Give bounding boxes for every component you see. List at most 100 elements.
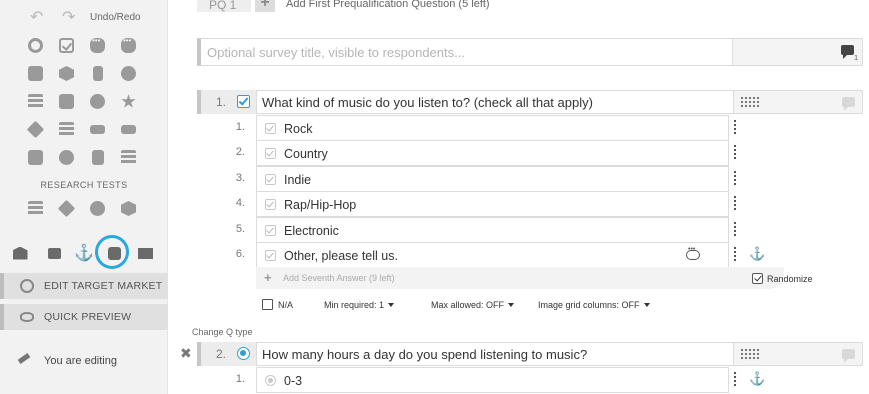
add-prequal-button[interactable]: + <box>255 0 275 12</box>
chevron-down-icon <box>643 303 650 310</box>
answer-number: 1. <box>235 373 245 385</box>
answer-label: Rock <box>284 122 313 136</box>
price-tag-icon[interactable] <box>51 198 82 219</box>
answer-row: 1. 0-3 ⚓ <box>197 367 765 393</box>
answer-field[interactable]: Rap/Hip-Hop <box>256 191 729 217</box>
star-icon[interactable] <box>113 91 144 112</box>
image-choice-icon[interactable] <box>20 63 51 84</box>
checkbox-icon <box>265 174 276 185</box>
image-select-icon[interactable] <box>20 147 51 168</box>
drag-handle[interactable] <box>733 221 737 238</box>
drag-grid-icon[interactable] <box>740 348 760 361</box>
question-number: 2. <box>216 347 227 361</box>
add-answer-button[interactable]: + Add Seventh Answer (9 left) <box>256 267 784 289</box>
add-answer-label: Add Seventh Answer (9 left) <box>283 273 395 283</box>
answer-row: 1. Rock <box>197 115 757 141</box>
redo-icon[interactable]: ↷ <box>62 10 75 26</box>
drag-handle[interactable] <box>733 246 737 263</box>
answer-row: 6. Other, please tell us. ⚓ <box>197 242 765 268</box>
anchor-icon[interactable]: ⚓ <box>74 243 94 263</box>
survey-title-field[interactable]: Optional survey title, visible to respon… <box>197 38 863 66</box>
question-header: 1. What kind of music do you listen to? … <box>197 90 863 114</box>
drag-handle[interactable] <box>733 371 737 388</box>
answer-field[interactable]: 0-3 <box>256 367 729 393</box>
pencil-icon <box>17 353 31 364</box>
chat-bubble-icon[interactable] <box>113 35 144 56</box>
question-type-palette <box>20 35 144 168</box>
globe-icon[interactable] <box>51 147 82 168</box>
survey-title-comment-box: 1 <box>732 39 862 65</box>
edit-target-market-button[interactable]: EDIT TARGET MARKET <box>0 273 168 299</box>
radio-type-icon[interactable] <box>237 347 250 360</box>
drag-handle[interactable] <box>733 119 737 136</box>
clipboard-icon[interactable] <box>82 147 113 168</box>
add-prequal-label[interactable]: Add First Prequalification Question (5 l… <box>286 0 490 10</box>
ranking-icon[interactable] <box>20 119 51 140</box>
matrix-icon[interactable] <box>20 91 51 112</box>
list-icon[interactable] <box>51 119 82 140</box>
checkbox-type-icon[interactable] <box>237 95 250 108</box>
package-icon[interactable] <box>113 198 144 219</box>
input-field-icon[interactable] <box>113 119 144 140</box>
drag-grid-icon[interactable] <box>740 96 760 109</box>
image-grid-icon[interactable] <box>51 63 82 84</box>
comment-bubble-icon[interactable] <box>82 35 113 56</box>
answer-field[interactable]: Other, please tell us. <box>256 242 729 268</box>
answer-field[interactable]: Electronic <box>256 217 729 243</box>
stack-icon[interactable] <box>113 147 144 168</box>
quick-preview-label: QUICK PREVIEW <box>44 311 132 323</box>
answer-label: 0-3 <box>284 374 303 388</box>
smiley-icon[interactable] <box>82 91 113 112</box>
max-allowed-select[interactable]: Max allowed: OFF <box>431 300 515 310</box>
rating-icon[interactable] <box>113 63 144 84</box>
answer-field[interactable]: Rock <box>256 115 729 141</box>
quick-preview-button[interactable]: QUICK PREVIEW <box>0 304 168 330</box>
text-box-icon[interactable] <box>51 91 82 112</box>
bar-chart-icon[interactable] <box>20 198 51 219</box>
na-label: N/A <box>278 300 294 310</box>
change-q-type-link[interactable]: Change Q type <box>192 327 253 337</box>
undo-icon[interactable]: ↶ <box>30 10 43 26</box>
survey-title-placeholder: Optional survey title, visible to respon… <box>207 45 465 60</box>
comment-bubble-icon[interactable] <box>686 246 700 260</box>
answer-field[interactable]: Country <box>256 140 729 166</box>
slider-icon[interactable] <box>82 119 113 140</box>
radio-icon <box>265 375 276 386</box>
checkbox-icon <box>265 250 276 261</box>
comment-icon[interactable] <box>842 349 855 363</box>
comment-icon[interactable] <box>44 243 64 263</box>
survey-editor: PQ 1 + Add First Prequalification Questi… <box>168 0 869 394</box>
research-tests-title: RESEARCH TESTS <box>40 180 128 190</box>
palette-icon[interactable] <box>82 198 113 219</box>
answer-label: Other, please tell us. <box>284 249 398 263</box>
bank-icon[interactable] <box>10 243 30 263</box>
answer-number: 3. <box>235 172 245 184</box>
question-text[interactable]: What kind of music do you listen to? (ch… <box>256 90 734 114</box>
anchor-icon[interactable]: ⚓ <box>749 246 765 262</box>
target-icon <box>20 279 34 293</box>
editing-label: You are editing <box>44 355 117 367</box>
mobile-icon[interactable] <box>82 63 113 84</box>
comment-icon[interactable] <box>842 97 855 111</box>
radio-icon[interactable] <box>20 35 51 56</box>
answer-number: 1. <box>235 121 245 133</box>
answer-field[interactable]: Indie <box>256 166 729 192</box>
undo-redo-label: Undo/Redo <box>90 12 141 23</box>
checkbox-icon[interactable] <box>51 35 82 56</box>
print-icon[interactable] <box>135 243 155 263</box>
drag-handle[interactable] <box>733 144 737 161</box>
image-grid-columns-select[interactable]: Image grid columns: OFF <box>538 300 650 310</box>
checkbox-icon <box>265 225 276 236</box>
drag-handle[interactable] <box>733 170 737 187</box>
question-text[interactable]: How many hours a day do you spend listen… <box>256 342 734 366</box>
answer-number: 4. <box>235 197 245 209</box>
na-checkbox[interactable] <box>262 299 273 310</box>
drag-handle[interactable] <box>733 195 737 212</box>
randomize-checkbox[interactable] <box>752 273 763 284</box>
answer-label: Rap/Hip-Hop <box>284 198 357 212</box>
anchor-icon[interactable]: ⚓ <box>749 371 765 387</box>
delete-question-icon[interactable]: ✖ <box>180 345 192 362</box>
answer-label: Electronic <box>284 224 339 238</box>
comment-icon[interactable] <box>841 45 854 59</box>
min-required-select[interactable]: Min required: 1 <box>324 300 395 310</box>
